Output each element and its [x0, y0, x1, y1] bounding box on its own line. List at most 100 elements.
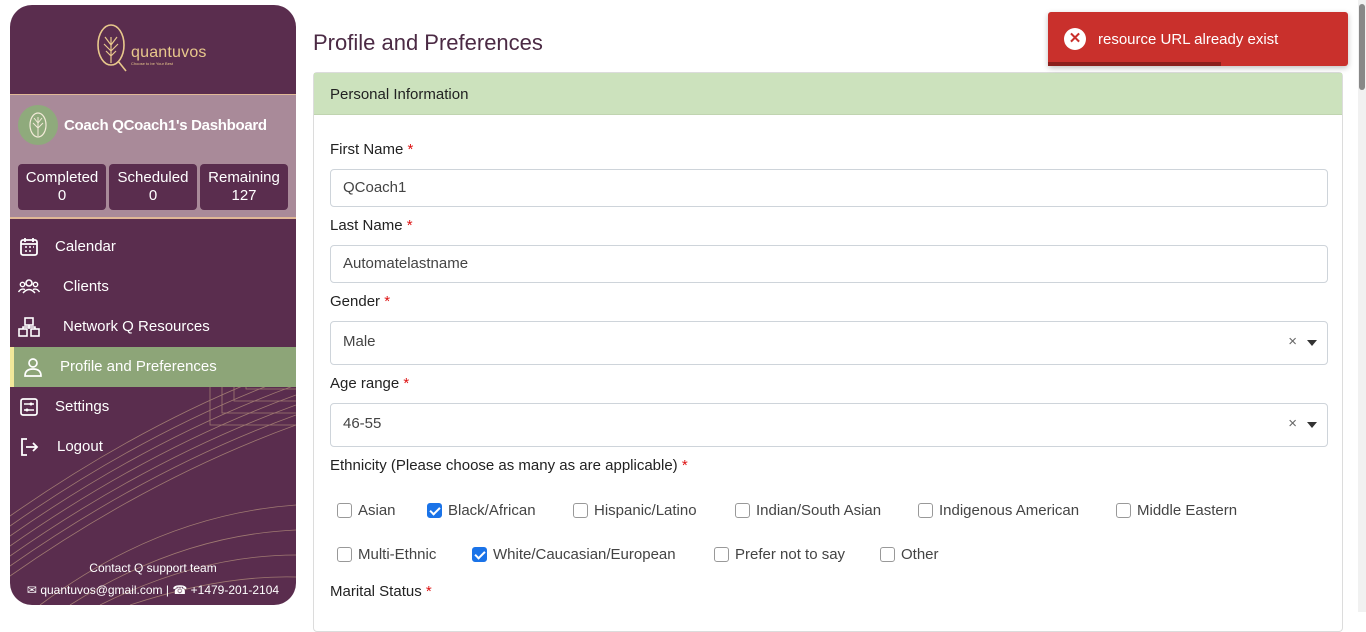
label-text: Age range [330, 375, 400, 392]
option-label: Asian [358, 502, 396, 519]
ethnicity-option-indigenous-american[interactable]: Indigenous American [918, 502, 1079, 519]
brand-tagline: Choose to be Your Best [131, 61, 174, 66]
option-label: Hispanic/Latino [594, 502, 697, 519]
page-scrollbar[interactable] [1358, 0, 1366, 612]
phone-icon: ☎ [172, 583, 188, 597]
stat-value: 0 [57, 187, 67, 204]
checkbox[interactable] [918, 503, 933, 518]
user-icon [24, 358, 42, 377]
support-phone[interactable]: +1479-201-2104 [191, 583, 279, 597]
chevron-down-icon[interactable] [1307, 340, 1317, 346]
sidebar-item-label: Clients [63, 278, 109, 295]
sidebar: quantuvos Choose to be Your Best Coach Q… [10, 5, 296, 605]
toast-progress [1048, 62, 1221, 66]
stat-remaining: Remaining 127 [200, 164, 288, 210]
dashboard-title: Coach QCoach1's Dashboard [64, 117, 267, 134]
required-mark: * [425, 583, 432, 600]
first-name-label: First Name * [330, 141, 413, 158]
error-toast[interactable]: ✕ resource URL already exist [1048, 12, 1348, 66]
stat-label: Completed [25, 169, 99, 186]
checkbox[interactable] [714, 547, 729, 562]
option-label: Prefer not to say [735, 546, 846, 563]
checkbox[interactable] [337, 503, 352, 518]
checkbox[interactable] [337, 547, 352, 562]
stat-completed: Completed 0 [18, 164, 106, 210]
logout-icon [21, 438, 39, 456]
option-label: Indian/South Asian [756, 502, 882, 519]
marital-status-label: Marital Status * [330, 583, 432, 600]
sidebar-item-label: Calendar [55, 238, 116, 255]
clear-icon[interactable]: × [1288, 322, 1297, 362]
toast-message: resource URL already exist [1098, 31, 1279, 48]
sidebar-item-label: Profile and Preferences [60, 358, 217, 375]
ethnicity-option-middle-eastern[interactable]: Middle Eastern [1116, 502, 1237, 519]
checkbox[interactable] [1116, 503, 1131, 518]
option-label: Middle Eastern [1137, 502, 1238, 519]
gender-select[interactable]: Male × [330, 321, 1328, 365]
option-label: Black/African [448, 502, 536, 519]
calendar-icon [20, 238, 38, 256]
label-text: First Name [330, 141, 404, 158]
page-title: Profile and Preferences [313, 30, 543, 55]
scrollbar-thumb[interactable] [1359, 4, 1365, 90]
checkbox[interactable] [573, 503, 588, 518]
support-title: Contact Q support team [89, 561, 217, 575]
checkbox[interactable] [427, 503, 442, 518]
brand-name: quantuvos [131, 44, 207, 61]
age-range-label: Age range * [330, 375, 409, 392]
ethnicity-option-black-african[interactable]: Black/African [427, 502, 536, 519]
ethnicity-label: Ethnicity (Please choose as many as are … [330, 457, 688, 474]
clear-icon[interactable]: × [1288, 404, 1297, 444]
ethnicity-option-white-caucasian[interactable]: White/Caucasian/European [472, 546, 676, 563]
logo-tree-icon [97, 24, 127, 72]
settings-icon [20, 398, 38, 416]
option-label: White/Caucasian/European [493, 546, 676, 563]
checkbox[interactable] [472, 547, 487, 562]
dashboard-summary: Coach QCoach1's Dashboard Completed 0 Sc… [10, 95, 296, 219]
ethnicity-option-asian[interactable]: Asian [337, 502, 396, 519]
sidebar-item-settings[interactable]: Settings [10, 387, 296, 427]
required-mark: * [406, 217, 413, 234]
ethnicity-option-other[interactable]: Other [880, 546, 939, 563]
label-text: Gender [330, 293, 381, 310]
ethnicity-option-prefer-not-to-say[interactable]: Prefer not to say [714, 546, 845, 563]
personal-info-card: Personal Information First Name * QCoach… [313, 72, 1343, 632]
sidebar-item-label: Settings [55, 398, 110, 415]
required-mark: * [403, 375, 410, 392]
gender-label: Gender * [330, 293, 390, 310]
stat-scheduled: Scheduled 0 [109, 164, 197, 210]
logo-area: quantuvos Choose to be Your Best [10, 5, 296, 95]
ethnicity-option-indian-south-asian[interactable]: Indian/South Asian [735, 502, 881, 519]
ethnicity-option-hispanic-latino[interactable]: Hispanic/Latino [573, 502, 697, 519]
sidebar-nav: Calendar Clients Network Q Resources Pro… [10, 227, 296, 467]
first-name-field[interactable]: QCoach1 [330, 169, 1328, 207]
label-text: Ethnicity (Please choose as many as are … [330, 457, 678, 474]
sidebar-item-profile[interactable]: Profile and Preferences [10, 347, 296, 387]
required-mark: * [384, 293, 391, 310]
checkbox[interactable] [735, 503, 750, 518]
sidebar-item-network[interactable]: Network Q Resources [10, 307, 296, 347]
chevron-down-icon[interactable] [1307, 422, 1317, 428]
option-label: Multi-Ethnic [358, 546, 437, 563]
users-icon [18, 279, 40, 294]
avatar [18, 105, 58, 145]
sidebar-item-calendar[interactable]: Calendar [10, 227, 296, 267]
checkbox[interactable] [880, 547, 895, 562]
support-contact: ✉ quantuvos@gmail.com | ☎ +1479-201-2104 [10, 583, 296, 597]
section-header: Personal Information [314, 73, 1342, 115]
label-text: Marital Status [330, 583, 422, 600]
sidebar-item-logout[interactable]: Logout [10, 427, 296, 467]
support-email[interactable]: quantuvos@gmail.com [40, 583, 162, 597]
last-name-field[interactable]: Automatelastname [330, 245, 1328, 283]
sidebar-item-label: Logout [57, 438, 103, 455]
option-label: Indigenous American [939, 502, 1080, 519]
required-mark: * [681, 457, 688, 474]
sidebar-item-label: Network Q Resources [63, 318, 210, 335]
ethnicity-option-multi-ethnic[interactable]: Multi-Ethnic [337, 546, 436, 563]
age-range-select[interactable]: 46-55 × [330, 403, 1328, 447]
avatar-tree-icon [29, 112, 47, 138]
sidebar-item-clients[interactable]: Clients [10, 267, 296, 307]
selected-value: Male [343, 333, 376, 350]
required-mark: * [407, 141, 414, 158]
stat-label: Remaining [208, 169, 280, 186]
